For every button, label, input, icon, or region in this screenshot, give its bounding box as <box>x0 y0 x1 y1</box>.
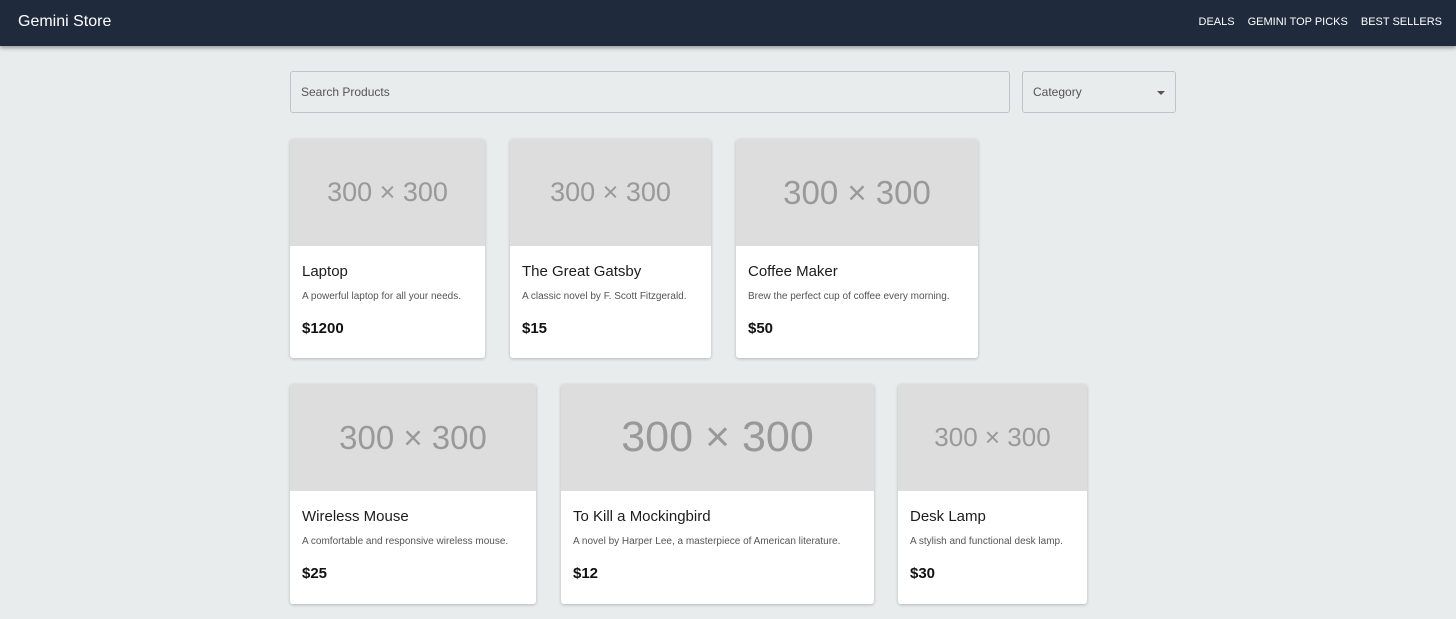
product-card-desk-lamp[interactable]: 300 × 300 Desk Lamp A stylish and functi… <box>898 384 1087 604</box>
product-card-coffee-maker[interactable]: 300 × 300 Coffee Maker Brew the perfect … <box>736 139 978 358</box>
search-input[interactable] <box>291 72 1009 112</box>
product-image-placeholder: 300 × 300 <box>898 384 1087 491</box>
product-title: Desk Lamp <box>910 508 986 525</box>
category-select-label: Category <box>1033 85 1082 99</box>
product-title: To Kill a Mockingbird <box>573 508 711 525</box>
product-title: Wireless Mouse <box>302 508 409 525</box>
image-placeholder-text: 300 × 300 <box>339 418 487 456</box>
product-price: $1200 <box>302 320 344 337</box>
product-title: Laptop <box>302 263 348 280</box>
product-image-placeholder: 300 × 300 <box>736 139 978 246</box>
product-description: A classic novel by F. Scott Fitzgerald. <box>522 291 687 302</box>
image-placeholder-text: 300 × 300 <box>550 177 671 207</box>
nav-links: DEALS GEMINI TOP PICKS BEST SELLERS <box>1199 14 1442 30</box>
category-select[interactable]: Category <box>1022 71 1176 113</box>
product-description: A powerful laptop for all your needs. <box>302 291 461 302</box>
product-description: A comfortable and responsive wireless mo… <box>302 536 509 547</box>
product-card-to-kill-a-mockingbird[interactable]: 300 × 300 To Kill a Mockingbird A novel … <box>561 384 874 604</box>
product-card-laptop[interactable]: 300 × 300 Laptop A powerful laptop for a… <box>290 139 485 358</box>
product-price: $12 <box>573 565 599 582</box>
app-bar: Gemini Store DEALS GEMINI TOP PICKS BEST… <box>0 0 1456 46</box>
product-price: $30 <box>910 565 936 582</box>
product-title: The Great Gatsby <box>522 263 642 280</box>
nav-best-sellers[interactable]: BEST SELLERS <box>1361 14 1442 30</box>
nav-gemini-top-picks[interactable]: GEMINI TOP PICKS <box>1248 14 1348 30</box>
product-description: A novel by Harper Lee, a masterpiece of … <box>573 536 841 547</box>
brand-title[interactable]: Gemini Store <box>18 12 111 32</box>
product-description: A stylish and functional desk lamp. <box>910 536 1063 547</box>
image-placeholder-text: 300 × 300 <box>621 413 814 461</box>
nav-deals[interactable]: DEALS <box>1199 14 1235 30</box>
image-placeholder-text: 300 × 300 <box>327 177 448 207</box>
dropdown-caret-icon <box>1157 91 1165 95</box>
product-price: $15 <box>522 320 548 337</box>
product-image-placeholder: 300 × 300 <box>290 384 536 491</box>
search-box <box>290 71 1010 113</box>
product-image-placeholder: 300 × 300 <box>510 139 711 246</box>
product-image-placeholder: 300 × 300 <box>561 384 874 491</box>
product-price: $50 <box>748 320 774 337</box>
product-price: $25 <box>302 565 328 582</box>
image-placeholder-text: 300 × 300 <box>783 173 931 211</box>
product-title: Coffee Maker <box>748 263 838 280</box>
product-card-the-great-gatsby[interactable]: 300 × 300 The Great Gatsby A classic nov… <box>510 139 711 358</box>
product-image-placeholder: 300 × 300 <box>290 139 485 246</box>
image-placeholder-text: 300 × 300 <box>934 422 1051 452</box>
product-description: Brew the perfect cup of coffee every mor… <box>748 291 950 302</box>
product-card-wireless-mouse[interactable]: 300 × 300 Wireless Mouse A comfortable a… <box>290 384 536 604</box>
